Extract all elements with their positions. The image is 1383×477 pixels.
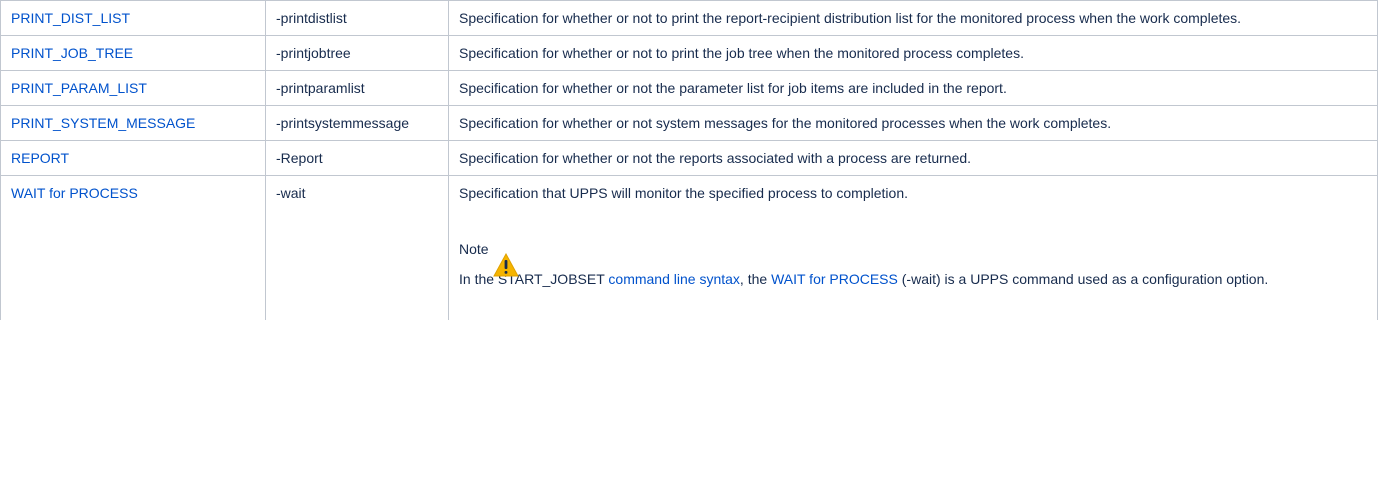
parameter-link-wait-for-process[interactable]: WAIT for PROCESS	[11, 185, 138, 201]
parameter-flag-cell: -printparamlist	[265, 70, 449, 106]
parameter-flag: -printdistlist	[276, 10, 347, 26]
parameter-description-cell: Specification for whether or not the par…	[448, 70, 1378, 106]
parameter-link-print-dist-list[interactable]: PRINT_DIST_LIST	[11, 10, 130, 26]
parameter-link-print-system-message[interactable]: PRINT_SYSTEM_MESSAGE	[11, 115, 195, 131]
parameter-description: Specification for whether or not to prin…	[459, 45, 1024, 61]
parameter-name-cell: REPORT	[0, 140, 266, 176]
parameter-flag: -wait	[276, 185, 306, 201]
parameter-name-cell: PRINT_PARAM_LIST	[0, 70, 266, 106]
parameter-description: Specification for whether or not system …	[459, 115, 1112, 131]
parameter-link-print-job-tree[interactable]: PRINT_JOB_TREE	[11, 45, 133, 61]
parameter-description-cell: Specification for whether or not the rep…	[448, 140, 1378, 176]
command-line-syntax-link[interactable]: command line syntax	[608, 271, 740, 287]
wait-for-process-link[interactable]: WAIT for PROCESS	[771, 271, 898, 287]
parameter-link-report[interactable]: REPORT	[11, 150, 69, 166]
table-row: REPORT -Report Specification for whether…	[0, 140, 1378, 176]
table-row: PRINT_SYSTEM_MESSAGE -printsystemmessage…	[0, 105, 1378, 141]
note-title: Note	[459, 241, 489, 257]
parameter-description: Specification that UPPS will monitor the…	[459, 185, 908, 201]
parameter-description: Specification for whether or not the rep…	[459, 150, 972, 166]
table-row: PRINT_DIST_LIST -printdistlist Specifica…	[0, 0, 1378, 36]
parameter-flag: -printjobtree	[276, 45, 351, 61]
table-row: PRINT_JOB_TREE -printjobtree Specificati…	[0, 35, 1378, 71]
parameter-name-cell: PRINT_JOB_TREE	[0, 35, 266, 71]
parameter-name-cell: PRINT_SYSTEM_MESSAGE	[0, 105, 266, 141]
parameter-description-cell: Specification for whether or not to prin…	[448, 0, 1378, 36]
parameter-description: Specification for whether or not the par…	[459, 80, 1007, 96]
warning-icon	[493, 253, 519, 277]
parameter-flag: -printsystemmessage	[276, 115, 410, 131]
parameter-flag-cell: -printjobtree	[265, 35, 449, 71]
note-text: , the	[739, 271, 772, 287]
parameter-flag-cell: -printsystemmessage	[265, 105, 449, 141]
parameter-description-cell: Specification for whether or not system …	[448, 105, 1378, 141]
parameter-table: PRINT_DIST_LIST -printdistlist Specifica…	[0, 0, 1378, 320]
table-row: PRINT_PARAM_LIST -printparamlist Specifi…	[0, 70, 1378, 106]
parameter-name-cell: WAIT for PROCESS	[0, 175, 266, 320]
note-panel: Note In the START_JOBSET command line sy…	[459, 239, 1367, 289]
parameter-description-cell: Specification for whether or not to prin…	[448, 35, 1378, 71]
parameter-flag: -Report	[276, 150, 323, 166]
parameter-flag-cell: -printdistlist	[265, 0, 449, 36]
parameter-link-print-param-list[interactable]: PRINT_PARAM_LIST	[11, 80, 147, 96]
parameter-flag-cell: -Report	[265, 140, 449, 176]
parameter-name-cell: PRINT_DIST_LIST	[0, 0, 266, 36]
parameter-flag-cell: -wait	[265, 175, 449, 320]
parameter-description-cell: Specification that UPPS will monitor the…	[448, 175, 1378, 320]
table-row: WAIT for PROCESS -wait Specification tha…	[0, 175, 1378, 320]
parameter-description: Specification for whether or not to prin…	[459, 10, 1242, 26]
parameter-flag: -printparamlist	[276, 80, 365, 96]
note-text: (-wait) is a UPPS command used as a conf…	[897, 271, 1269, 287]
note-text: In the START_JOBSET	[459, 271, 609, 287]
note-body: In the START_JOBSET command line syntax,…	[459, 269, 1367, 289]
